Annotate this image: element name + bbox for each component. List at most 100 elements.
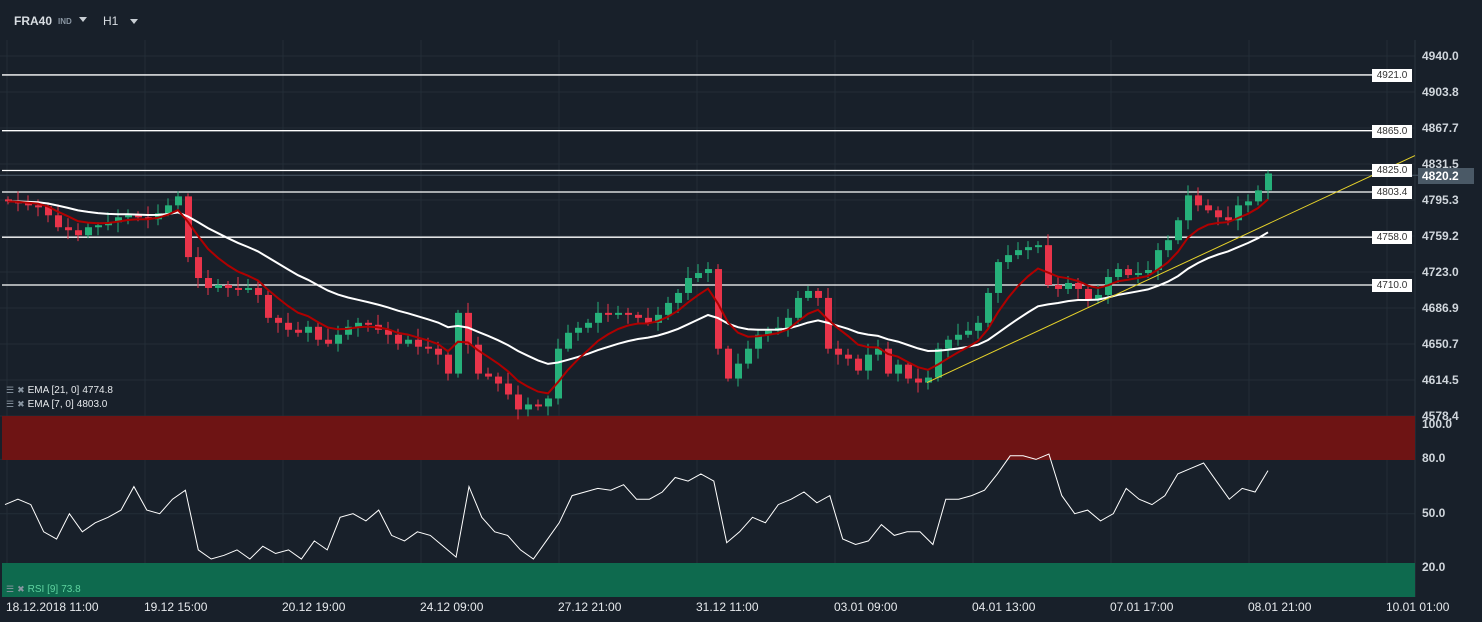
candle — [725, 345, 732, 382]
candle-body — [535, 404, 542, 407]
candle-body — [635, 314, 642, 318]
candle-body — [1135, 273, 1142, 276]
level-label[interactable]: 4758.0 — [1372, 231, 1412, 245]
level-label[interactable]: 4803.4 — [1372, 185, 1412, 199]
ema21-legend: ☰ ✖ EMA [21, 0] 4774.8 — [6, 385, 113, 396]
candle — [75, 223, 82, 242]
candle — [145, 206, 152, 229]
candle-body — [1215, 210, 1222, 218]
candle-body — [425, 346, 432, 349]
candle-body — [1205, 205, 1212, 211]
candle-body — [515, 394, 522, 410]
candle-body — [1245, 201, 1252, 206]
candle-body — [1255, 190, 1262, 202]
price-tick-label: 4867.7 — [1422, 120, 1459, 135]
candle-body — [405, 339, 412, 344]
candle — [245, 279, 252, 293]
candle — [605, 303, 612, 322]
candle — [625, 307, 632, 324]
candle-body — [35, 205, 42, 208]
candle — [1005, 245, 1012, 270]
candle — [995, 259, 1002, 303]
candle-body — [435, 348, 442, 355]
candle-body — [1065, 282, 1072, 289]
candle-body — [85, 227, 92, 236]
ema7-legend: ☰ ✖ EMA [7, 0] 4803.0 — [6, 399, 107, 410]
remove-icon[interactable]: ✖ — [17, 584, 25, 595]
price-tick-label: 4940.0 — [1422, 49, 1459, 63]
candle-body — [365, 322, 372, 325]
level-label[interactable]: 4921.0 — [1372, 68, 1412, 82]
candle-body — [795, 297, 802, 318]
candle — [375, 314, 382, 334]
ema21-line — [7, 200, 1269, 365]
candle-body — [805, 290, 812, 298]
candle — [1165, 235, 1172, 258]
price-tick-label: 4759.2 — [1422, 229, 1459, 243]
settings-icon[interactable]: ☰ — [6, 584, 14, 595]
candle-body — [605, 312, 612, 315]
candle — [635, 311, 642, 324]
candle-body — [615, 312, 622, 315]
candle — [885, 341, 892, 377]
candle-body — [445, 354, 452, 374]
candle — [445, 349, 452, 381]
candle — [785, 308, 792, 337]
level-label[interactable]: 4865.0 — [1372, 124, 1412, 138]
candle — [1045, 234, 1052, 288]
candle — [105, 212, 112, 231]
candle-body — [335, 334, 342, 344]
candle — [215, 279, 222, 292]
settings-icon[interactable]: ☰ — [6, 385, 14, 396]
candle-body — [195, 257, 202, 279]
candle — [895, 359, 902, 382]
remove-icon[interactable]: ✖ — [17, 399, 25, 410]
candle-body — [555, 348, 562, 399]
candle — [1025, 241, 1032, 260]
candle-body — [1125, 269, 1132, 276]
candle-body — [1085, 288, 1092, 300]
candle — [695, 264, 702, 282]
current-price-tag: 4820.2 — [1418, 168, 1474, 184]
candle — [125, 209, 132, 225]
ema7-line — [7, 198, 1269, 395]
candle-body — [215, 284, 222, 288]
level-label[interactable]: 4710.0 — [1372, 278, 1412, 292]
candle — [1265, 170, 1272, 200]
rsi-tick-label: 100.0 — [1422, 417, 1453, 432]
time-tick-label: 27.12 21:00 — [558, 600, 622, 614]
candle-body — [175, 196, 182, 206]
rsi-line — [4, 453, 1269, 560]
remove-icon[interactable]: ✖ — [17, 385, 25, 396]
candle-body — [745, 348, 752, 364]
candle-body — [585, 322, 592, 328]
time-tick-label: 18.12.2018 11:00 — [6, 600, 99, 614]
candle-body — [905, 364, 912, 379]
candle-body — [225, 284, 232, 288]
settings-icon[interactable]: ☰ — [6, 399, 14, 410]
candle-body — [865, 354, 872, 371]
price-tick-label: 4723.0 — [1422, 265, 1459, 280]
time-tick-label: 04.01 13:00 — [972, 600, 1036, 614]
candle-body — [235, 287, 242, 290]
candle-body — [895, 364, 902, 374]
candle-body — [1225, 217, 1232, 221]
candle-body — [625, 312, 632, 315]
candle — [975, 315, 982, 339]
candle-body — [945, 339, 952, 349]
price-tick-label: 4686.9 — [1422, 300, 1459, 315]
rsi-tick-label: 80.0 — [1422, 451, 1446, 466]
candle-body — [1015, 250, 1022, 256]
candle-body — [1005, 255, 1012, 263]
level-label[interactable]: 4825.0 — [1372, 164, 1412, 178]
price-chart[interactable] — [0, 0, 1482, 622]
candle-body — [855, 358, 862, 371]
rsi-label: RSI [9] — [27, 584, 59, 595]
candle — [915, 368, 922, 393]
candle — [545, 395, 552, 416]
candle-body — [545, 398, 552, 407]
time-tick-label: 20.12 19:00 — [282, 600, 346, 614]
candle — [1055, 276, 1062, 297]
candle — [855, 354, 862, 375]
time-tick-label: 03.01 09:00 — [834, 600, 898, 614]
